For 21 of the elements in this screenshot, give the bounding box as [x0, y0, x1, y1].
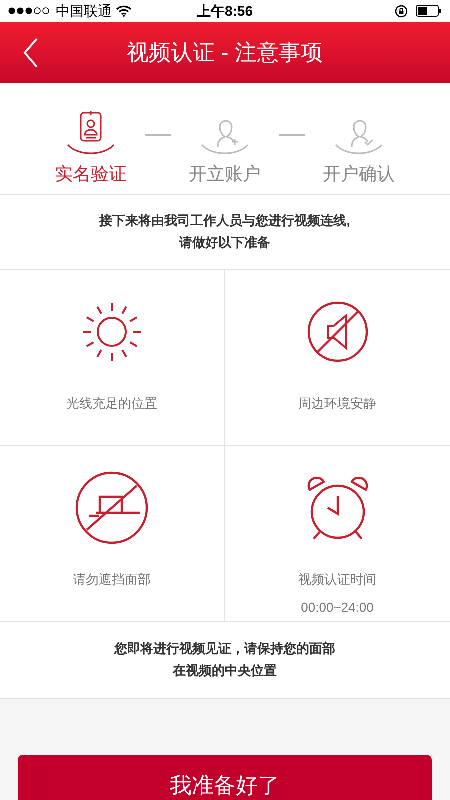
ready-button[interactable]: 我准备好了: [18, 755, 432, 800]
clock-time: 上午8:56: [196, 2, 254, 20]
carrier-name: 中国联通: [56, 2, 112, 20]
intro-text: 接下来将由我司工作人员与您进行视频连线, 请做好以下准备: [0, 195, 450, 270]
time-range: 00:00~24:00: [301, 598, 374, 616]
step-label: 实名验证: [55, 163, 127, 186]
tip-label: 请勿遮挡面部: [73, 571, 151, 589]
tip-label: 视频认证时间: [298, 571, 376, 589]
step-connector: [145, 134, 171, 136]
wifi-icon: [116, 5, 132, 17]
page-title: 视频认证 - 注意事项: [127, 39, 323, 67]
tip-label: 光线充足的位置: [66, 395, 158, 413]
rotation-lock-icon: [395, 4, 408, 18]
step-label: 开户确认: [323, 163, 395, 186]
back-icon: [23, 38, 39, 68]
signal-icon: [8, 7, 52, 15]
notice-text: 您即将进行视频见证，请保持您的面部 在视频的中央位置: [0, 622, 450, 699]
step-label: 开立账户: [189, 163, 261, 186]
battery-icon: [416, 5, 442, 17]
step-connector: [279, 134, 305, 136]
tip-label: 周边环境安静: [298, 395, 376, 413]
